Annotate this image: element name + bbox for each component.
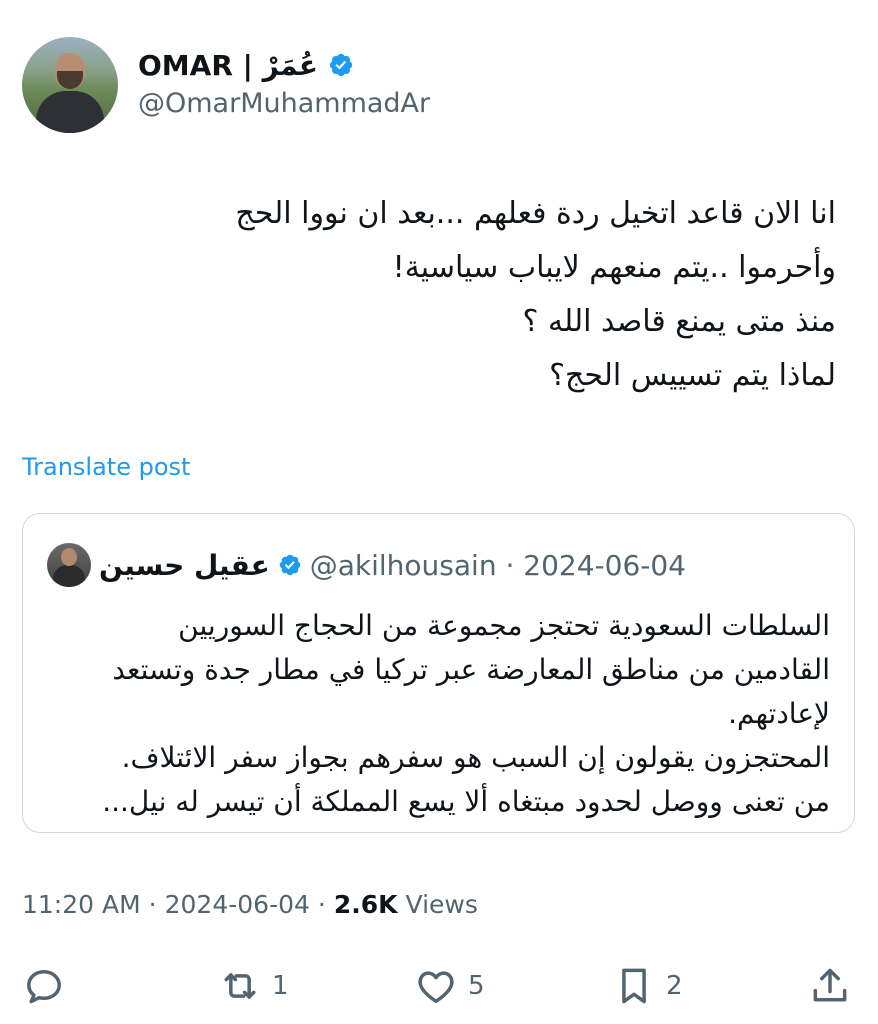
like-icon	[418, 971, 454, 1003]
separator-dot: ·	[317, 890, 326, 919]
retweet-button[interactable]: 1	[218, 960, 289, 1012]
quote-line: السلطات السعودية تحتجز مجموعة من الحجاج …	[178, 609, 830, 642]
quote-line: من تعنى ووصل لحدود مبتغاه ألا يسع المملك…	[102, 785, 830, 818]
tweet-line: لماذا يتم تسييس الحج؟	[549, 358, 836, 393]
quoted-tweet-meta: @akilhousain · 2024-06-04	[309, 548, 686, 582]
retweet-icon	[224, 973, 256, 999]
bookmark-count: 2	[666, 971, 683, 1001]
reply-button[interactable]	[22, 960, 76, 1012]
reply-icon	[27, 969, 61, 1004]
author-handle[interactable]: @OmarMuhammadAr	[138, 88, 430, 119]
like-button[interactable]: 5	[414, 960, 485, 1012]
retweet-count: 1	[272, 971, 289, 1001]
author-name[interactable]: OMAR | عُمَرْ	[138, 49, 318, 82]
tweet-meta-row: 11:20 AM · 2024-06-04 · 2.6K Views	[22, 890, 478, 919]
views-count: 2.6K	[333, 890, 398, 919]
tweet-line: وأحرموا ..يتم منعهم لايباب سياسية!	[392, 250, 836, 285]
tweet-line: انا الان قاعد اتخيل ردة فعلهم ...بعد ان …	[235, 196, 836, 231]
views-label: Views	[405, 890, 478, 919]
tweet-text: انا الان قاعد اتخيل ردة فعلهم ...بعد ان …	[36, 187, 836, 403]
quote-line: القادمين من مناطق المعارضة عبر تركيا في …	[112, 653, 830, 686]
quoted-tweet-header: عقيل حسين @akilhousain · 2024-06-04	[47, 542, 686, 588]
bookmark-icon	[622, 968, 646, 1004]
verified-badge-icon	[329, 53, 353, 77]
action-bar: 1 5 2	[0, 960, 878, 1012]
separator-dot: ·	[148, 890, 157, 919]
tweet-date[interactable]: 2024-06-04	[165, 890, 310, 919]
quoted-tweet-text: السلطات السعودية تحتجز مجموعة من الحجاج …	[40, 604, 830, 824]
bookmark-button[interactable]: 2	[612, 960, 683, 1012]
like-count: 5	[468, 971, 485, 1001]
quote-line: المحتجزون يقولون إن السبب هو سفرهم بجواز…	[121, 741, 830, 774]
quote-line: لإعادتهم.	[728, 697, 830, 730]
translate-post-link[interactable]: Translate post	[22, 453, 190, 481]
quoted-author-name: عقيل حسين	[99, 548, 270, 582]
share-button[interactable]	[808, 960, 852, 1012]
author-name-row: OMAR | عُمَرْ	[138, 44, 354, 86]
tweet-line: منذ متى يمنع قاصد الله ؟	[522, 304, 836, 339]
quoted-author-avatar	[47, 543, 91, 587]
share-icon	[813, 968, 847, 1002]
tweet-time[interactable]: 11:20 AM	[22, 890, 141, 919]
verified-badge-icon	[279, 554, 300, 576]
author-avatar[interactable]	[22, 37, 118, 133]
quoted-tweet[interactable]: عقيل حسين @akilhousain · 2024-06-04 السل…	[22, 513, 855, 833]
